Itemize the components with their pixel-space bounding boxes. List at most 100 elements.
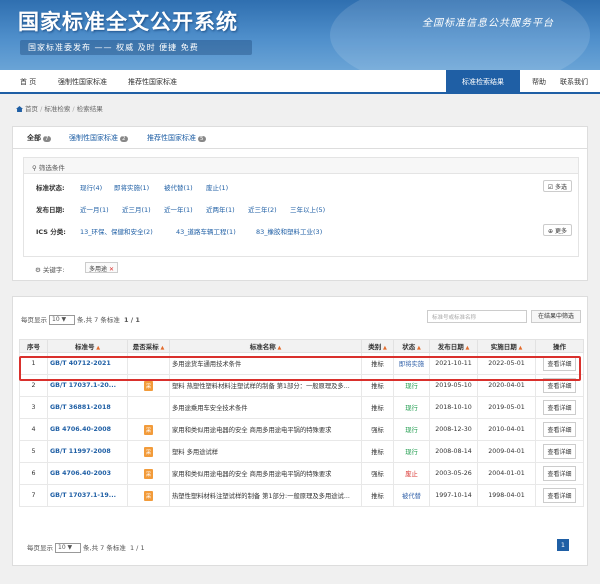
- column-header[interactable]: 实施日期 ▲: [477, 339, 536, 353]
- table-header-row: 序号 标准号 ▲ 是否采标 ▲ 标准名称 ▲ 类别 ▲ 状态 ▲ 发布日期 ▲ 实施日期 ▲ 操…: [19, 339, 584, 353]
- cell-idx: 6: [19, 462, 48, 485]
- view-detail-button[interactable]: 查看详细: [543, 356, 576, 371]
- table-row[interactable]: 1 GB/T 40712-2021 多用途货车通用技术条件 推标 即将实施 2021-10…: [19, 352, 584, 375]
- standard-number-link[interactable]: GB 4706.40-2008: [47, 418, 128, 441]
- column-header[interactable]: 状态 ▲: [393, 339, 430, 353]
- column-header: 序号: [19, 339, 48, 353]
- ics-option[interactable]: 43_道路车辆工程(1): [176, 226, 236, 236]
- sort-icon[interactable]: ▲: [415, 345, 421, 351]
- table-row[interactable]: 2 GB/T 17037.1-20... 采 塑料 热塑性塑料材料注塑试样的制备 第1…: [19, 374, 584, 397]
- date-option[interactable]: 近三年(2): [248, 204, 277, 214]
- column-header[interactable]: 发布日期 ▲: [429, 339, 478, 353]
- ics-option[interactable]: 13_环保、保健和安全(2): [80, 226, 153, 236]
- detail-cell[interactable]: 查看详细: [535, 418, 584, 441]
- cell-type: 强标: [361, 418, 394, 441]
- cell-idx: 5: [19, 440, 48, 463]
- cell-pub: 2018-10-10: [429, 396, 478, 419]
- table-row[interactable]: 7 GB/T 17037.1-19... 采 热塑性塑料材料注塑试样的制备 第1部分:…: [19, 484, 584, 507]
- standard-number-link[interactable]: GB/T 40712-2021: [47, 352, 128, 375]
- main-nav: 首 页 强制性国家标准 推荐性国家标准 标准检索结果 帮助 联系我们: [0, 70, 600, 94]
- multi-select-button[interactable]: ☑ 多选: [542, 180, 572, 192]
- detail-cell[interactable]: 查看详细: [535, 374, 584, 397]
- column-header[interactable]: 标准号 ▲: [47, 339, 128, 353]
- standard-number-link[interactable]: GB/T 17037.1-19...: [47, 484, 128, 507]
- nav-contact[interactable]: 联系我们: [560, 77, 588, 87]
- column-header[interactable]: 类别 ▲: [361, 339, 394, 353]
- tab-all[interactable]: 全部 7: [27, 133, 51, 143]
- adopted-badge: 采: [143, 446, 154, 457]
- column-header[interactable]: 是否采标 ▲: [127, 339, 170, 353]
- cell-name: 塑料 多用途试样: [169, 440, 362, 463]
- more-button[interactable]: ⊕ 更多: [543, 224, 572, 236]
- view-detail-button[interactable]: 查看详细: [543, 466, 576, 481]
- detail-cell[interactable]: 查看详细: [535, 440, 584, 463]
- sort-icon[interactable]: ▲: [381, 345, 387, 351]
- nav-recommended[interactable]: 推荐性国家标准: [128, 77, 177, 87]
- filter-in-results-button[interactable]: 在结果中筛选: [531, 310, 581, 323]
- nav-search-result[interactable]: 标准检索结果: [446, 70, 520, 94]
- cell-impl: 2022-05-01: [477, 352, 536, 375]
- standard-number-link[interactable]: GB/T 17037.1-20...: [47, 374, 128, 397]
- detail-cell[interactable]: 查看详细: [535, 396, 584, 419]
- sort-icon[interactable]: ▲: [159, 345, 164, 351]
- date-option[interactable]: 近两年(1): [206, 204, 235, 214]
- view-detail-button[interactable]: 查看详细: [543, 400, 576, 415]
- per-page-select[interactable]: 10 ▼: [49, 315, 75, 325]
- table-row[interactable]: 5 GB/T 11997-2008 采 塑料 多用途试样 推标 现行 2008-08-14 2…: [19, 440, 584, 463]
- status-option[interactable]: 即将实施(1): [114, 182, 149, 192]
- detail-cell[interactable]: 查看详细: [535, 352, 584, 375]
- date-option[interactable]: 近一年(1): [164, 204, 193, 214]
- nav-home[interactable]: 首 页: [20, 77, 36, 87]
- standard-number-link[interactable]: GB 4706.40-2003: [47, 462, 128, 485]
- sort-icon[interactable]: ▲: [517, 345, 522, 351]
- detail-cell[interactable]: 查看详细: [535, 462, 584, 485]
- view-detail-button[interactable]: 查看详细: [543, 444, 576, 459]
- breadcrumb: 首页 / 标准检索 / 检索结果: [16, 103, 103, 113]
- cell-impl: 2020-04-01: [477, 374, 536, 397]
- cell-impl: 2010-04-01: [477, 418, 536, 441]
- status-option[interactable]: 废止(1): [206, 182, 228, 192]
- date-option[interactable]: 近三月(1): [122, 204, 151, 214]
- table-row[interactable]: 4 GB 4706.40-2008 采 家用和类似用途电器的安全 商用多用途电平锅的特…: [19, 418, 584, 441]
- sort-icon[interactable]: ▲: [276, 345, 281, 351]
- nav-mandatory[interactable]: 强制性国家标准: [58, 77, 107, 87]
- standard-number-link[interactable]: GB/T 11997-2008: [47, 440, 128, 463]
- sort-icon[interactable]: ▲: [464, 345, 469, 351]
- keyword-label: ⚙ 关键字:: [35, 266, 65, 274]
- tab-mandatory[interactable]: 强制性国家标准 2: [69, 133, 128, 143]
- per-page-select[interactable]: 10 ▼: [55, 543, 81, 553]
- cell-name: 多用途乘用车安全技术条件: [169, 396, 362, 419]
- tab-recommended[interactable]: 推荐性国家标准 5: [147, 133, 206, 143]
- keyword-tag[interactable]: 多用途 ✕: [85, 262, 119, 273]
- view-detail-button[interactable]: 查看详细: [543, 378, 576, 393]
- detail-cell[interactable]: 查看详细: [535, 484, 584, 507]
- banner-glow: [330, 0, 590, 70]
- remove-icon[interactable]: ✕: [109, 266, 114, 273]
- sort-icon[interactable]: ▲: [94, 345, 100, 351]
- nav-help[interactable]: 帮助: [532, 77, 546, 87]
- date-option[interactable]: 近一月(1): [80, 204, 109, 214]
- table-row[interactable]: 3 GB/T 36881-2018 多用途乘用车安全技术条件 推标 现行 2018-10-…: [19, 396, 584, 419]
- cell-type: 推标: [361, 484, 394, 507]
- status-label: 标准状态:: [36, 184, 65, 192]
- standard-number-link[interactable]: GB/T 36881-2018: [47, 396, 128, 419]
- cell-type: 推标: [361, 440, 394, 463]
- filter-row-status: 标准状态: 现行(4) 即将实施(1) 被代替(1) 废止(1) ☑ 多选: [24, 178, 578, 196]
- status-option[interactable]: 被代替(1): [164, 182, 193, 192]
- cell-cai: 采: [127, 484, 170, 507]
- crumb-search[interactable]: 标准检索: [44, 105, 70, 113]
- view-detail-button[interactable]: 查看详细: [543, 422, 576, 437]
- ics-option[interactable]: 83_橡胶和塑料工业(3): [256, 226, 322, 236]
- table-row[interactable]: 6 GB 4706.40-2003 采 家用和类似用途电器的安全 商用多用途电平锅的特…: [19, 462, 584, 485]
- status-option[interactable]: 现行(4): [80, 182, 102, 192]
- page-number[interactable]: 1: [557, 539, 569, 551]
- crumb-home[interactable]: 首页: [25, 105, 38, 113]
- column-header[interactable]: 标准名称 ▲: [169, 339, 362, 353]
- crumb-current: 检索结果: [76, 105, 103, 113]
- view-detail-button[interactable]: 查看详细: [543, 488, 576, 503]
- result-search-input[interactable]: 标准号或标准名称: [427, 310, 527, 323]
- cell-idx: 4: [19, 418, 48, 441]
- cell-name: 家用和类似用途电器的安全 商用多用途电平锅的特殊要求: [169, 462, 362, 485]
- date-option[interactable]: 三年以上(5): [290, 204, 325, 214]
- table-body: 1 GB/T 40712-2021 多用途货车通用技术条件 推标 即将实施 2021-10…: [19, 352, 584, 507]
